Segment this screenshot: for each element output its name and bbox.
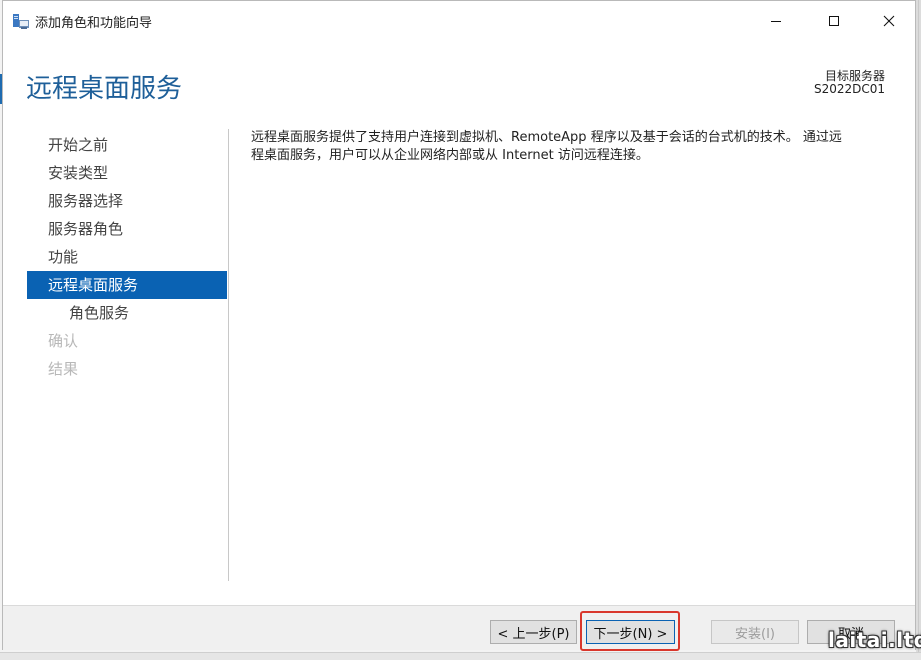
wizard-nav: 开始之前 安装类型 服务器选择 服务器角色 功能 远程桌面服务 角色服务 确认 … (27, 131, 227, 383)
close-button[interactable] (866, 1, 912, 41)
description-line-1: 远程桌面服务提供了支持用户连接到虚拟机、RemoteApp 程序以及基于会话的台… (251, 130, 842, 145)
nav-item-results: 结果 (48, 360, 79, 378)
content-description: 远程桌面服务提供了支持用户连接到虚拟机、RemoteApp 程序以及基于会话的台… (251, 129, 891, 165)
next-button[interactable]: 下一步(N) > (586, 620, 675, 644)
window-title: 添加角色和功能向导 (35, 16, 153, 31)
nav-divider (228, 129, 229, 581)
description-line-2: 程桌面服务，用户可以从企业网络内部或从 Internet 访问远程连接。 (251, 148, 649, 163)
nav-item-confirmation: 确认 (48, 332, 79, 350)
target-server-value: S2022DC01 (813, 82, 885, 96)
nav-item-server-roles[interactable]: 服务器角色 (27, 215, 227, 243)
nav-item-features[interactable]: 功能 (27, 243, 227, 271)
minimize-button[interactable] (753, 1, 799, 41)
previous-button[interactable]: < 上一步(P) (490, 620, 577, 644)
title-bar[interactable]: 添加角色和功能向导 (3, 1, 915, 41)
server-manager-icon (12, 12, 30, 30)
wizard-window: 添加角色和功能向导 远程桌面服务 目标服务器 S2022DC01 开始之前 安装… (2, 0, 916, 651)
nav-item-remote-desktop-services[interactable]: 远程桌面服务 (27, 271, 227, 299)
nav-item-role-services[interactable]: 角色服务 (27, 299, 227, 327)
wizard-footer: < 上一步(P) 下一步(N) > 安装(I) 取消 (3, 605, 915, 651)
nav-item-before-you-begin[interactable]: 开始之前 (27, 131, 227, 159)
nav-item-installation-type[interactable]: 安装类型 (27, 159, 227, 187)
page-title: 远程桌面服务 (26, 74, 183, 104)
wizard-header: 远程桌面服务 目标服务器 S2022DC01 (3, 41, 915, 121)
nav-item-server-selection[interactable]: 服务器选择 (27, 187, 227, 215)
maximize-button[interactable] (811, 1, 857, 41)
install-button: 安装(I) (711, 620, 799, 644)
background-app-edge (916, 0, 921, 659)
watermark: laitai.ltd (828, 628, 921, 652)
